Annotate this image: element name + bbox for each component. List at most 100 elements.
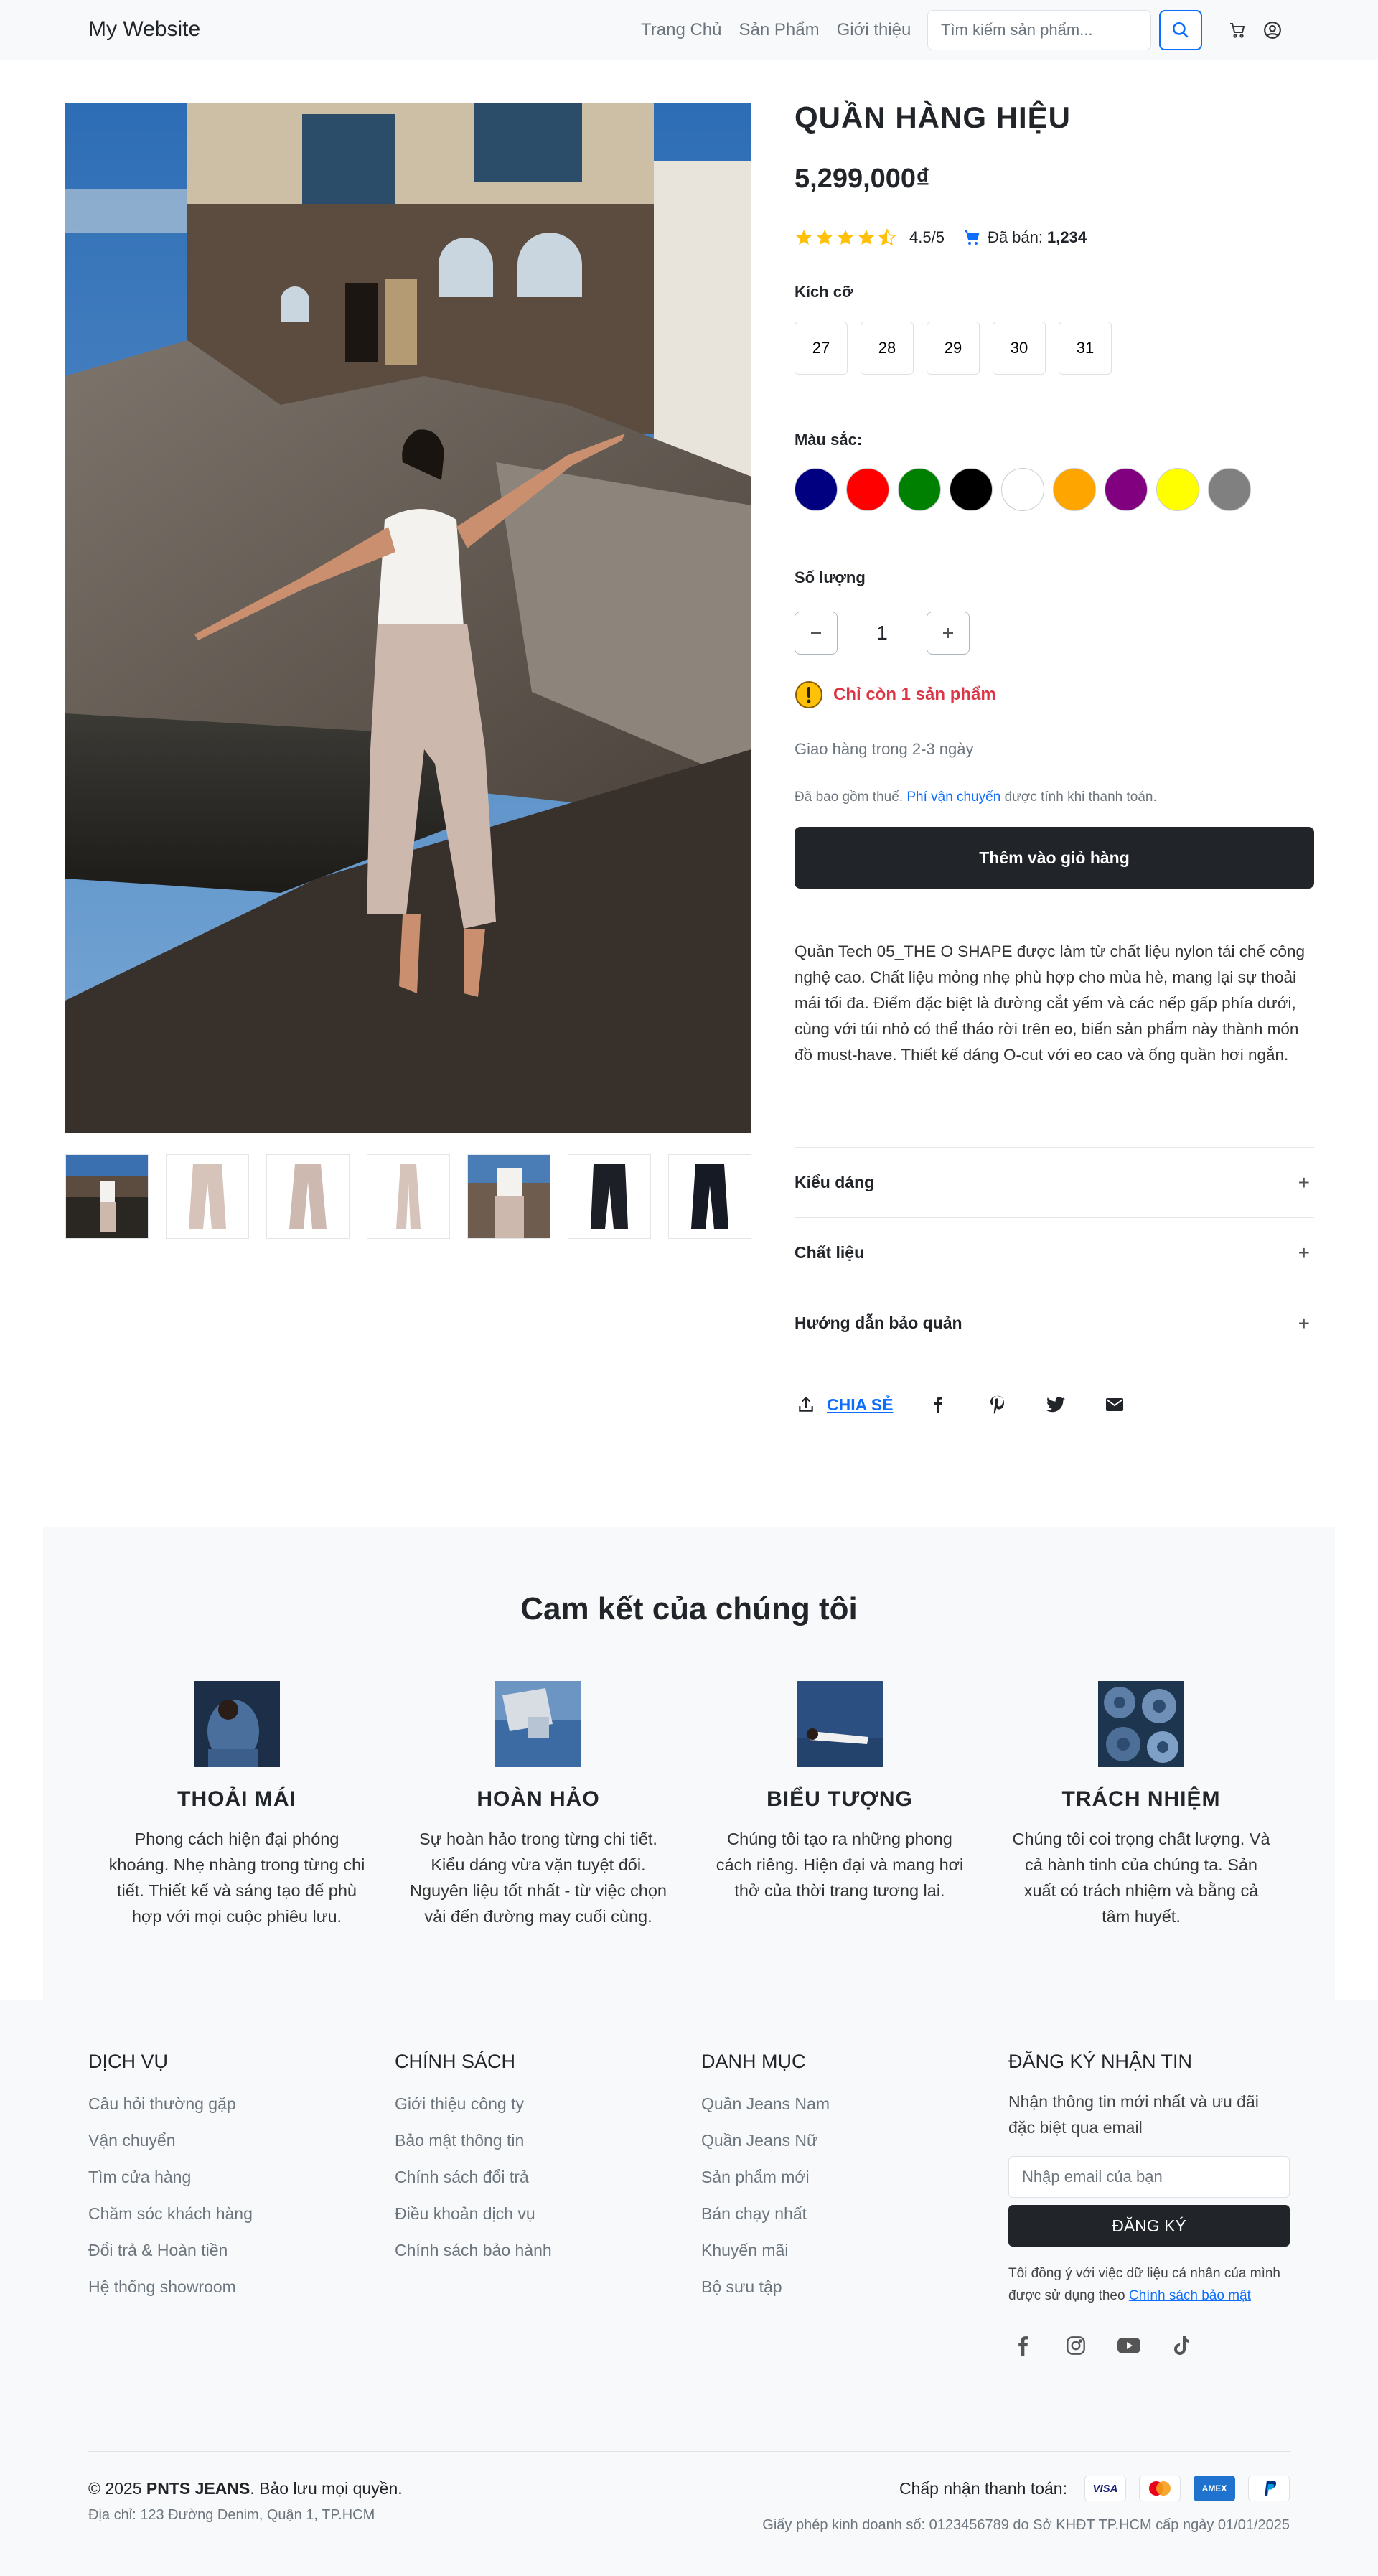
main-product-image[interactable] [65, 103, 751, 1133]
size-option[interactable]: 31 [1059, 322, 1112, 375]
newsletter-email-input[interactable]: Nhập email của bạn [1008, 2156, 1290, 2198]
nav-link-home[interactable]: Trang Chủ [641, 20, 722, 40]
color-swatch[interactable] [950, 468, 993, 511]
search-input[interactable]: Tìm kiếm sản phẩm... [927, 10, 1151, 50]
search-button[interactable] [1159, 10, 1202, 50]
footer-link[interactable]: Khuyến mãi [701, 2241, 830, 2277]
size-option[interactable]: 29 [927, 322, 980, 375]
color-swatch[interactable] [1105, 468, 1148, 511]
share-link[interactable]: CHIA SẺ [827, 1395, 893, 1415]
commitment-text: Phong cách hiện đại phóng khoáng. Nhẹ nh… [108, 1830, 365, 1926]
thumbnail-5[interactable] [467, 1154, 550, 1239]
color-swatch[interactable] [1208, 468, 1251, 511]
pinterest-icon[interactable] [976, 1392, 1018, 1417]
commitment-heading: BIỂU TƯỢNG [767, 1787, 913, 1811]
footer-link[interactable]: Hệ thống showroom [88, 2277, 253, 2314]
size-label: Kích cỡ [795, 283, 853, 301]
size-option[interactable]: 30 [993, 322, 1046, 375]
thumbnail-2[interactable] [166, 1154, 249, 1239]
company-address: Địa chỉ: 123 Đường Denim, Quận 1, TP.HCM [88, 2507, 375, 2523]
warning-icon [795, 681, 822, 708]
color-swatch[interactable] [1001, 468, 1044, 511]
footer-link[interactable]: Bán chạy nhất [701, 2204, 830, 2241]
commitment-section: Cam kết của chúng tôi THOẢI MÁI Phong cá… [43, 1527, 1335, 2000]
commitment-image [797, 1681, 883, 1767]
add-to-cart-button[interactable]: Thêm vào giỏ hàng [795, 827, 1314, 889]
size-option[interactable]: 27 [795, 322, 848, 375]
footer-link[interactable]: Chăm sóc khách hàng [88, 2204, 253, 2241]
footer-categories: DANH MỤC Quần Jeans Nam Quần Jeans Nữ Sả… [701, 2051, 830, 2314]
footer-link[interactable]: Quần Jeans Nữ [701, 2131, 830, 2168]
footer-link[interactable]: Bộ sưu tập [701, 2277, 830, 2314]
payment-methods: Chấp nhận thanh toán: VISA AMEX [899, 2476, 1290, 2501]
accordion-care[interactable]: Hướng dẫn bảo quản + [795, 1288, 1314, 1358]
email-icon[interactable] [1094, 1392, 1135, 1417]
color-swatch[interactable] [898, 468, 941, 511]
commitment-item-responsibility: TRÁCH NHIỆM Chúng tôi coi trọng chất lượ… [1012, 1681, 1270, 1929]
commitment-text: Sự hoàn hảo trong từng chi tiết. Kiểu dá… [410, 1830, 667, 1926]
thumbnail-6[interactable] [568, 1154, 651, 1239]
color-swatch[interactable] [795, 468, 838, 511]
product-price: 5,299,000₫ [795, 164, 930, 194]
footer-link[interactable]: Tìm cửa hàng [88, 2168, 253, 2204]
color-swatch[interactable] [1156, 468, 1199, 511]
user-account-icon[interactable] [1262, 20, 1283, 40]
twitter-icon[interactable] [1035, 1392, 1077, 1417]
footer-link[interactable]: Điều khoản dịch vụ [395, 2204, 552, 2241]
accordion-material[interactable]: Chất liệu + [795, 1217, 1314, 1288]
color-swatch[interactable] [1053, 468, 1096, 511]
footer-link[interactable]: Vận chuyển [88, 2131, 253, 2168]
share-row: CHIA SẺ [797, 1392, 1153, 1417]
size-option[interactable]: 28 [861, 322, 914, 375]
commitment-heading: THOẢI MÁI [177, 1787, 296, 1811]
footer-link[interactable]: Sản phẩm mới [701, 2168, 830, 2204]
paypal-icon [1248, 2476, 1290, 2501]
cart-icon[interactable] [1227, 20, 1247, 40]
footer-link[interactable]: Đổi trả & Hoàn tiền [88, 2241, 253, 2277]
star-icon [796, 230, 812, 245]
quantity-value[interactable]: 1 [838, 622, 927, 645]
footer-link[interactable]: Giới thiệu công ty [395, 2094, 552, 2131]
share-icon [799, 1396, 813, 1412]
commitment-heading: HOÀN HẢO [477, 1787, 600, 1811]
footer-divider [88, 2451, 1290, 2452]
copyright-brand: PNTS JEANS [146, 2479, 250, 2498]
tiktok-icon[interactable] [1168, 2331, 1196, 2360]
footer-link[interactable]: Câu hỏi thường gặp [88, 2094, 253, 2131]
youtube-icon[interactable] [1115, 2331, 1143, 2360]
thumbnail-7[interactable] [668, 1154, 751, 1239]
thumbnail-3[interactable] [266, 1154, 350, 1239]
decrement-button[interactable] [795, 612, 838, 655]
footer-link[interactable]: Chính sách đổi trả [395, 2168, 552, 2204]
star-icon [858, 230, 874, 245]
footer-services: DỊCH VỤ Câu hỏi thường gặp Vận chuyển Tì… [88, 2051, 253, 2314]
product-title: QUẦN HÀNG HIỆU [795, 100, 1072, 134]
increment-button[interactable] [927, 612, 970, 655]
instagram-icon[interactable] [1061, 2331, 1090, 2360]
accordion-label: Chất liệu [795, 1243, 865, 1262]
newsletter-subscribe-button[interactable]: ĐĂNG KÝ [1008, 2205, 1290, 2247]
search-icon [1172, 22, 1189, 38]
footer-link[interactable]: Quần Jeans Nam [701, 2094, 830, 2131]
thumbnail-4[interactable] [367, 1154, 450, 1239]
shipping-fee-link[interactable]: Phí vận chuyển [906, 790, 1000, 805]
star-icon [838, 230, 853, 245]
footer-link[interactable]: Chính sách bảo hành [395, 2241, 552, 2277]
brand-logo[interactable]: My Website [88, 17, 200, 42]
tax-text-after: được tính khi thanh toán. [1004, 790, 1157, 805]
rating-stars [795, 228, 896, 247]
footer-link[interactable]: Bảo mật thông tin [395, 2131, 552, 2168]
color-swatch[interactable] [846, 468, 889, 511]
color-selector [795, 468, 1251, 511]
footer-policies: CHÍNH SÁCH Giới thiệu công ty Bảo mật th… [395, 2051, 552, 2277]
facebook-icon[interactable] [917, 1392, 959, 1417]
accordion-style[interactable]: Kiểu dáng + [795, 1147, 1314, 1217]
facebook-icon[interactable] [1008, 2331, 1037, 2360]
footer-heading: DỊCH VỤ [88, 2051, 169, 2072]
nav-link-products[interactable]: Sản Phẩm [739, 20, 820, 40]
privacy-policy-link[interactable]: Chính sách bảo mật [1129, 2288, 1251, 2303]
thumbnail-1[interactable] [65, 1154, 149, 1239]
nav-link-about[interactable]: Giới thiệu [837, 20, 911, 40]
plus-icon: + [1298, 1171, 1310, 1194]
footer-heading: DANH MỤC [701, 2051, 806, 2072]
